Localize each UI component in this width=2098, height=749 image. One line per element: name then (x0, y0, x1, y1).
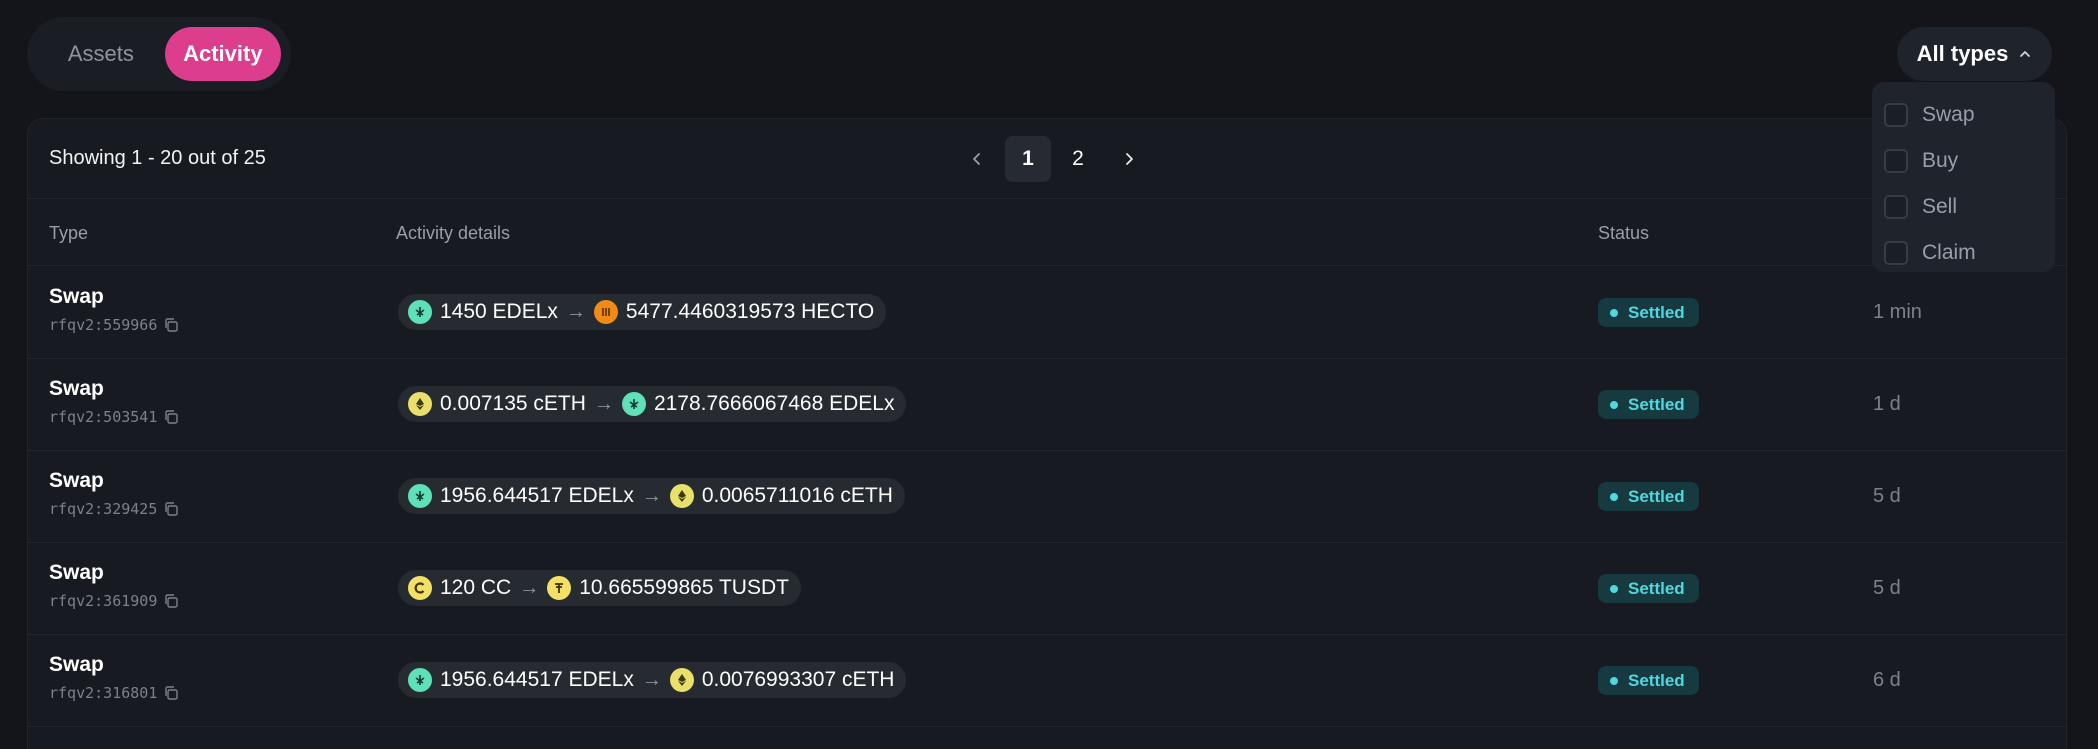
activity-details-pill: 120 CC → 10.665599865 TUSDT (398, 570, 801, 606)
activity-details-pill: 1450 EDELx → 5477.4460319573 HECTO (398, 294, 887, 330)
edel-token-icon (408, 300, 432, 324)
table-row[interactable]: Swap rfqv2:503541 0.007135 cETH → 2178.7… (28, 359, 2066, 451)
eth-token-icon (669, 484, 694, 508)
chevron-left-icon (973, 153, 980, 165)
showing-count: Showing 1 - 20 out of 25 (49, 147, 266, 169)
from-amount: 1956.644517 EDELx (440, 484, 634, 507)
filter-option-swap[interactable]: Swap (1884, 92, 2043, 138)
row-time: 1 d (1873, 393, 1901, 415)
to-amount: 10.665599865 TUSDT (579, 576, 789, 599)
table-row[interactable]: Swap rfqv2:559966 1450 EDELx → 5477.4460… (28, 267, 2066, 359)
tusdt-token-icon (547, 576, 572, 600)
eth-token-icon (408, 392, 432, 416)
from-amount: 1450 EDELx (440, 300, 558, 323)
copy-icon[interactable] (163, 593, 179, 609)
table-row[interactable]: Swap rfqv2:361909 120 CC → 10.665599865 … (28, 543, 2066, 635)
table-header: Type Activity details Status (28, 199, 2066, 266)
view-tabs: Assets Activity (27, 17, 291, 91)
activity-details-pill: 1956.644517 EDELx → 0.0076993307 cETH (398, 662, 907, 698)
from-amount: 0.007135 cETH (440, 392, 586, 415)
prev-page-button[interactable] (953, 136, 1001, 182)
status-badge: Settled (1598, 390, 1699, 419)
edel-token-icon (408, 484, 432, 508)
arrow-right-icon: → (641, 484, 662, 507)
cc-token-icon (408, 576, 432, 600)
status-badge: Settled (1598, 482, 1699, 511)
arrow-right-icon: → (641, 668, 662, 691)
header-activity-details: Activity details (396, 223, 511, 243)
tab-activity[interactable]: Activity (164, 27, 281, 81)
pagination: 1 2 (953, 136, 1153, 182)
filter-option-buy[interactable]: Buy (1884, 138, 2043, 184)
row-type: Swap (49, 561, 104, 584)
row-time: 1 min (1873, 301, 1922, 323)
arrow-right-icon: → (593, 392, 614, 415)
checkbox[interactable] (1884, 195, 1908, 219)
hecto-token-icon (593, 300, 618, 324)
row-id: rfqv2:316801 (49, 684, 179, 702)
status-badge: Settled (1598, 574, 1699, 603)
tab-assets[interactable]: Assets (37, 27, 165, 81)
copy-icon[interactable] (163, 685, 179, 701)
to-amount: 0.0076993307 cETH (701, 668, 895, 691)
header-type: Type (49, 223, 89, 243)
activity-details-pill: 1956.644517 EDELx → 0.0065711016 cETH (398, 478, 905, 514)
filter-option-claim[interactable]: Claim (1884, 230, 2043, 276)
activity-details-pill: 0.007135 cETH → 2178.7666067468 EDELx (398, 386, 907, 422)
type-filter-dropdown: Swap Buy Sell Claim (1872, 82, 2055, 272)
page-1-button[interactable]: 1 (1005, 136, 1051, 182)
checkbox[interactable] (1884, 241, 1908, 265)
page-2-button[interactable]: 2 (1055, 136, 1101, 182)
row-type: Swap (49, 469, 104, 492)
row-type: Swap (49, 377, 104, 400)
header-status: Status (1598, 223, 1650, 243)
next-page-button[interactable] (1105, 136, 1153, 182)
to-amount: 5477.4460319573 HECTO (625, 300, 875, 323)
row-type: Swap (49, 653, 104, 676)
checkbox[interactable] (1884, 103, 1908, 127)
from-amount: 120 CC (440, 576, 512, 599)
row-id: rfqv2:329425 (49, 500, 179, 518)
type-filter-button[interactable]: All types (1897, 27, 2052, 81)
eth-token-icon (669, 668, 694, 692)
edel-token-icon (621, 392, 646, 416)
table-row[interactable]: Swap rfqv2:316801 1956.644517 EDELx → 0.… (28, 635, 2066, 727)
row-type: Swap (49, 285, 104, 308)
row-time: 5 d (1873, 485, 1901, 507)
type-filter-label: All types (1916, 41, 2009, 66)
row-id: rfqv2:361909 (49, 592, 179, 610)
from-amount: 1956.644517 EDELx (440, 668, 634, 691)
copy-icon[interactable] (163, 409, 179, 425)
to-amount: 2178.7666067468 EDELx (653, 392, 895, 415)
row-id: rfqv2:503541 (49, 408, 179, 426)
copy-icon[interactable] (163, 317, 179, 333)
activity-table-card: Showing 1 - 20 out of 25 1 2 Type Activi… (27, 118, 2067, 749)
chevron-up-icon (2020, 51, 2031, 57)
edel-token-icon (408, 668, 432, 692)
filter-option-sell[interactable]: Sell (1884, 184, 2043, 230)
status-badge: Settled (1598, 666, 1699, 695)
row-time: 6 d (1873, 669, 1901, 691)
checkbox[interactable] (1884, 149, 1908, 173)
to-amount: 0.0065711016 cETH (701, 484, 893, 507)
table-row[interactable]: Swap rfqv2:329425 1956.644517 EDELx → 0.… (28, 451, 2066, 543)
table-toolbar: Showing 1 - 20 out of 25 1 2 (28, 119, 2066, 199)
arrow-right-icon: → (519, 576, 540, 599)
chevron-right-icon (1126, 153, 1133, 165)
row-id: rfqv2:559966 (49, 316, 179, 334)
arrow-right-icon: → (565, 300, 586, 323)
copy-icon[interactable] (163, 501, 179, 517)
status-badge: Settled (1598, 298, 1699, 327)
row-time: 5 d (1873, 577, 1901, 599)
